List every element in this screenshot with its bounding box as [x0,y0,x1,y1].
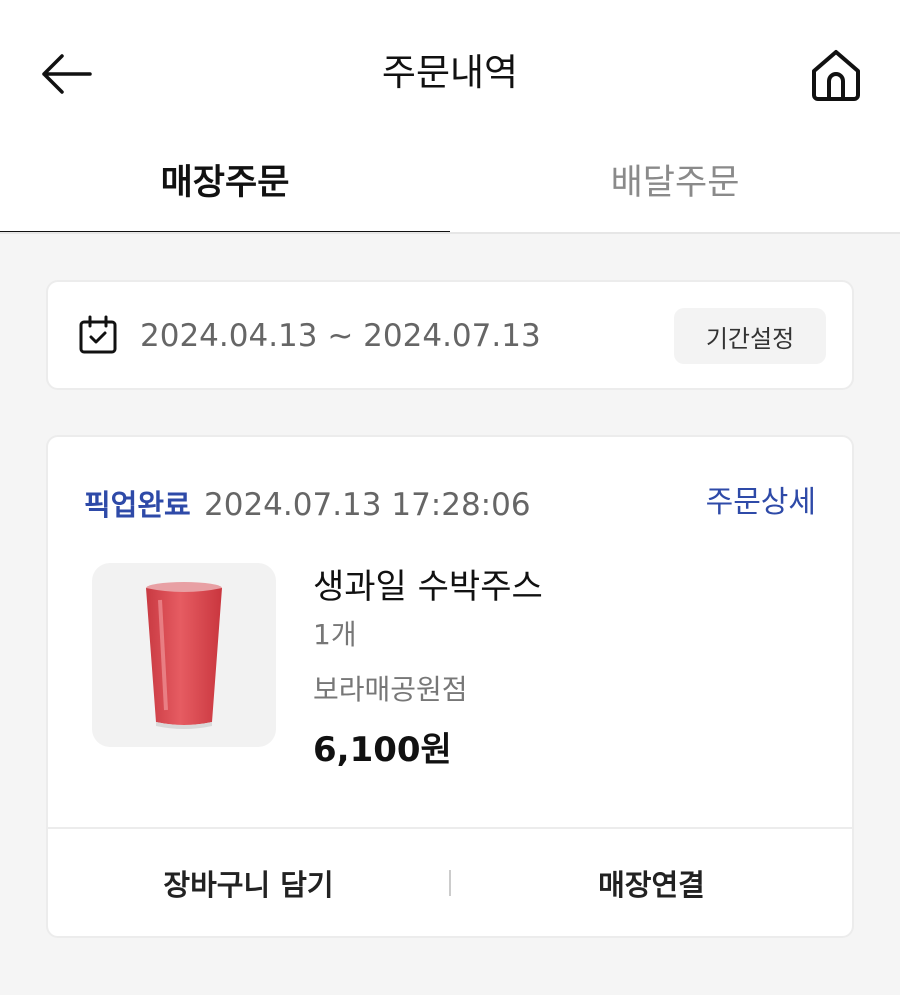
date-filter-card: 2024.04.13 ~ 2024.07.13 기간설정 [46,280,854,390]
product-name: 생과일 수박주스 [313,567,543,607]
order-card: 픽업완료 2024.07.13 17:28:06 주문상세 생과일 수박주스 1… [46,435,854,938]
home-button[interactable] [806,45,866,103]
calendar-check-icon [79,315,117,354]
date-range-text: 2024.04.13 ~ 2024.07.13 [140,318,541,354]
order-actions: 장바구니 담기 매장연결 [48,829,852,936]
add-to-cart-button[interactable]: 장바구니 담기 [48,862,449,904]
tab-store-order[interactable]: 매장주문 [0,140,450,234]
order-status-badge: 픽업완료 [84,488,191,522]
order-datetime: 2024.07.13 17:28:06 [204,487,531,523]
order-price: 6,100원 [313,730,452,770]
store-name: 보라매공원점 [313,673,468,706]
top-app-bar: 주문내역 [0,0,900,140]
page-title: 주문내역 [381,51,519,94]
product-quantity: 1개 [313,618,357,651]
order-type-tabs: 매장주문 배달주문 [0,140,900,234]
tabs-divider [0,232,900,234]
watermelon-juice-image [146,582,222,729]
order-detail-link[interactable]: 주문상세 [706,483,816,523]
connect-store-button[interactable]: 매장연결 [451,862,852,904]
period-setting-button[interactable]: 기간설정 [674,308,826,364]
home-icon [812,50,860,101]
tab-delivery-order[interactable]: 배달주문 [450,140,900,234]
product-image[interactable] [92,563,276,747]
